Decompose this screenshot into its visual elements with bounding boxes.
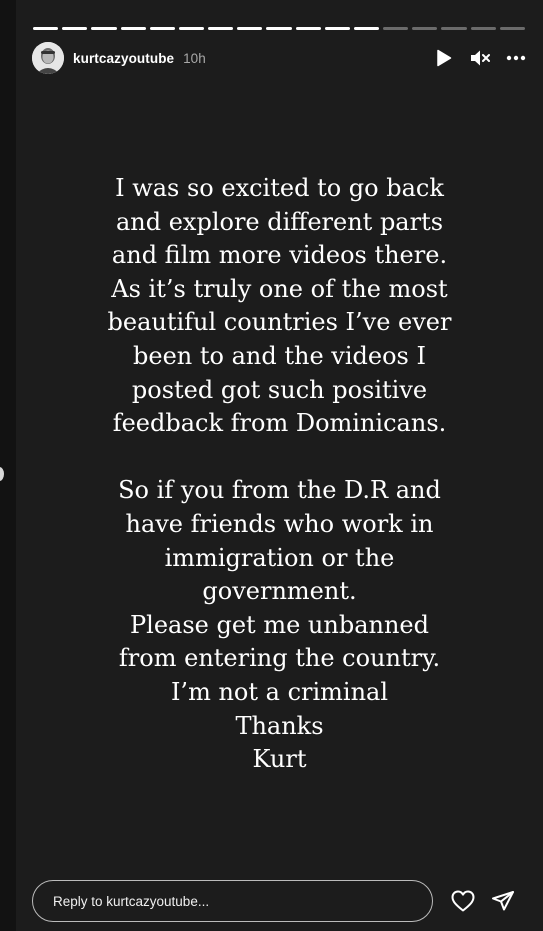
text-line: I’m not a criminal <box>170 677 389 706</box>
progress-segment <box>295 27 321 30</box>
text-line: from entering the country. <box>118 644 441 673</box>
text-line: and film more videos there. <box>111 241 448 270</box>
progress-segment <box>266 27 292 30</box>
text-line: Thanks <box>235 711 324 740</box>
story-paragraph-1: I was so excited to go back and explore … <box>32 172 527 441</box>
mute-button[interactable] <box>469 47 491 69</box>
text-line: immigration or the <box>164 543 395 572</box>
story-paragraph-2: So if you from the D.R and have friends … <box>32 474 527 776</box>
story-header: kurtcazyoutube 10h <box>32 41 527 75</box>
progress-segment <box>33 27 59 30</box>
text-line: have friends who work in <box>125 509 434 538</box>
text-line: So if you from the D.R and <box>118 476 441 505</box>
story-username[interactable]: kurtcazyoutube <box>73 51 174 66</box>
progress-segment <box>120 27 146 30</box>
progress-segment <box>470 27 496 30</box>
volume-muted-icon <box>471 50 490 66</box>
progress-segment <box>383 27 409 30</box>
progress-segment <box>62 27 88 30</box>
play-button[interactable] <box>433 47 455 69</box>
story-viewer: kurtcazyoutube 10h I was so excited to g… <box>16 0 543 931</box>
share-button[interactable] <box>489 887 517 915</box>
story-timestamp: 10h <box>183 50 206 66</box>
left-page-edge <box>0 0 16 931</box>
story-footer <box>32 879 527 923</box>
heart-icon <box>451 890 475 912</box>
progress-segment <box>149 27 175 30</box>
more-options-button[interactable] <box>505 47 527 69</box>
progress-segment <box>324 27 350 30</box>
progress-segment <box>237 27 263 30</box>
progress-segment <box>208 27 234 30</box>
more-options-icon <box>506 55 526 61</box>
text-line: been to and the videos I <box>133 341 426 370</box>
text-line: Please get me unbanned <box>130 610 429 639</box>
avatar[interactable] <box>32 42 64 74</box>
text-line: and explore different parts <box>115 207 444 236</box>
text-line: As it’s truly one of the most <box>111 274 448 303</box>
progress-segment <box>499 27 525 30</box>
story-controls <box>433 47 527 69</box>
send-icon <box>492 891 514 911</box>
progress-segment <box>353 27 380 30</box>
like-button[interactable] <box>449 887 477 915</box>
text-line: I was so excited to go back <box>115 174 444 202</box>
reply-input[interactable] <box>32 880 433 922</box>
text-line: feedback from Dominicans. <box>112 409 447 438</box>
play-icon <box>437 49 452 67</box>
avatar-icon <box>32 42 64 74</box>
text-line: government. <box>202 577 357 606</box>
text-line: beautiful countries I’ve ever <box>107 308 452 337</box>
progress-segment <box>178 27 205 30</box>
progress-segment <box>412 27 438 30</box>
progress-segment <box>441 27 467 30</box>
text-line: Kurt <box>252 745 307 774</box>
story-text: I was so excited to go back and explore … <box>32 172 527 777</box>
story-progress-bar <box>33 27 525 30</box>
progress-segment <box>91 27 117 30</box>
text-line: posted got such positive <box>131 375 428 404</box>
